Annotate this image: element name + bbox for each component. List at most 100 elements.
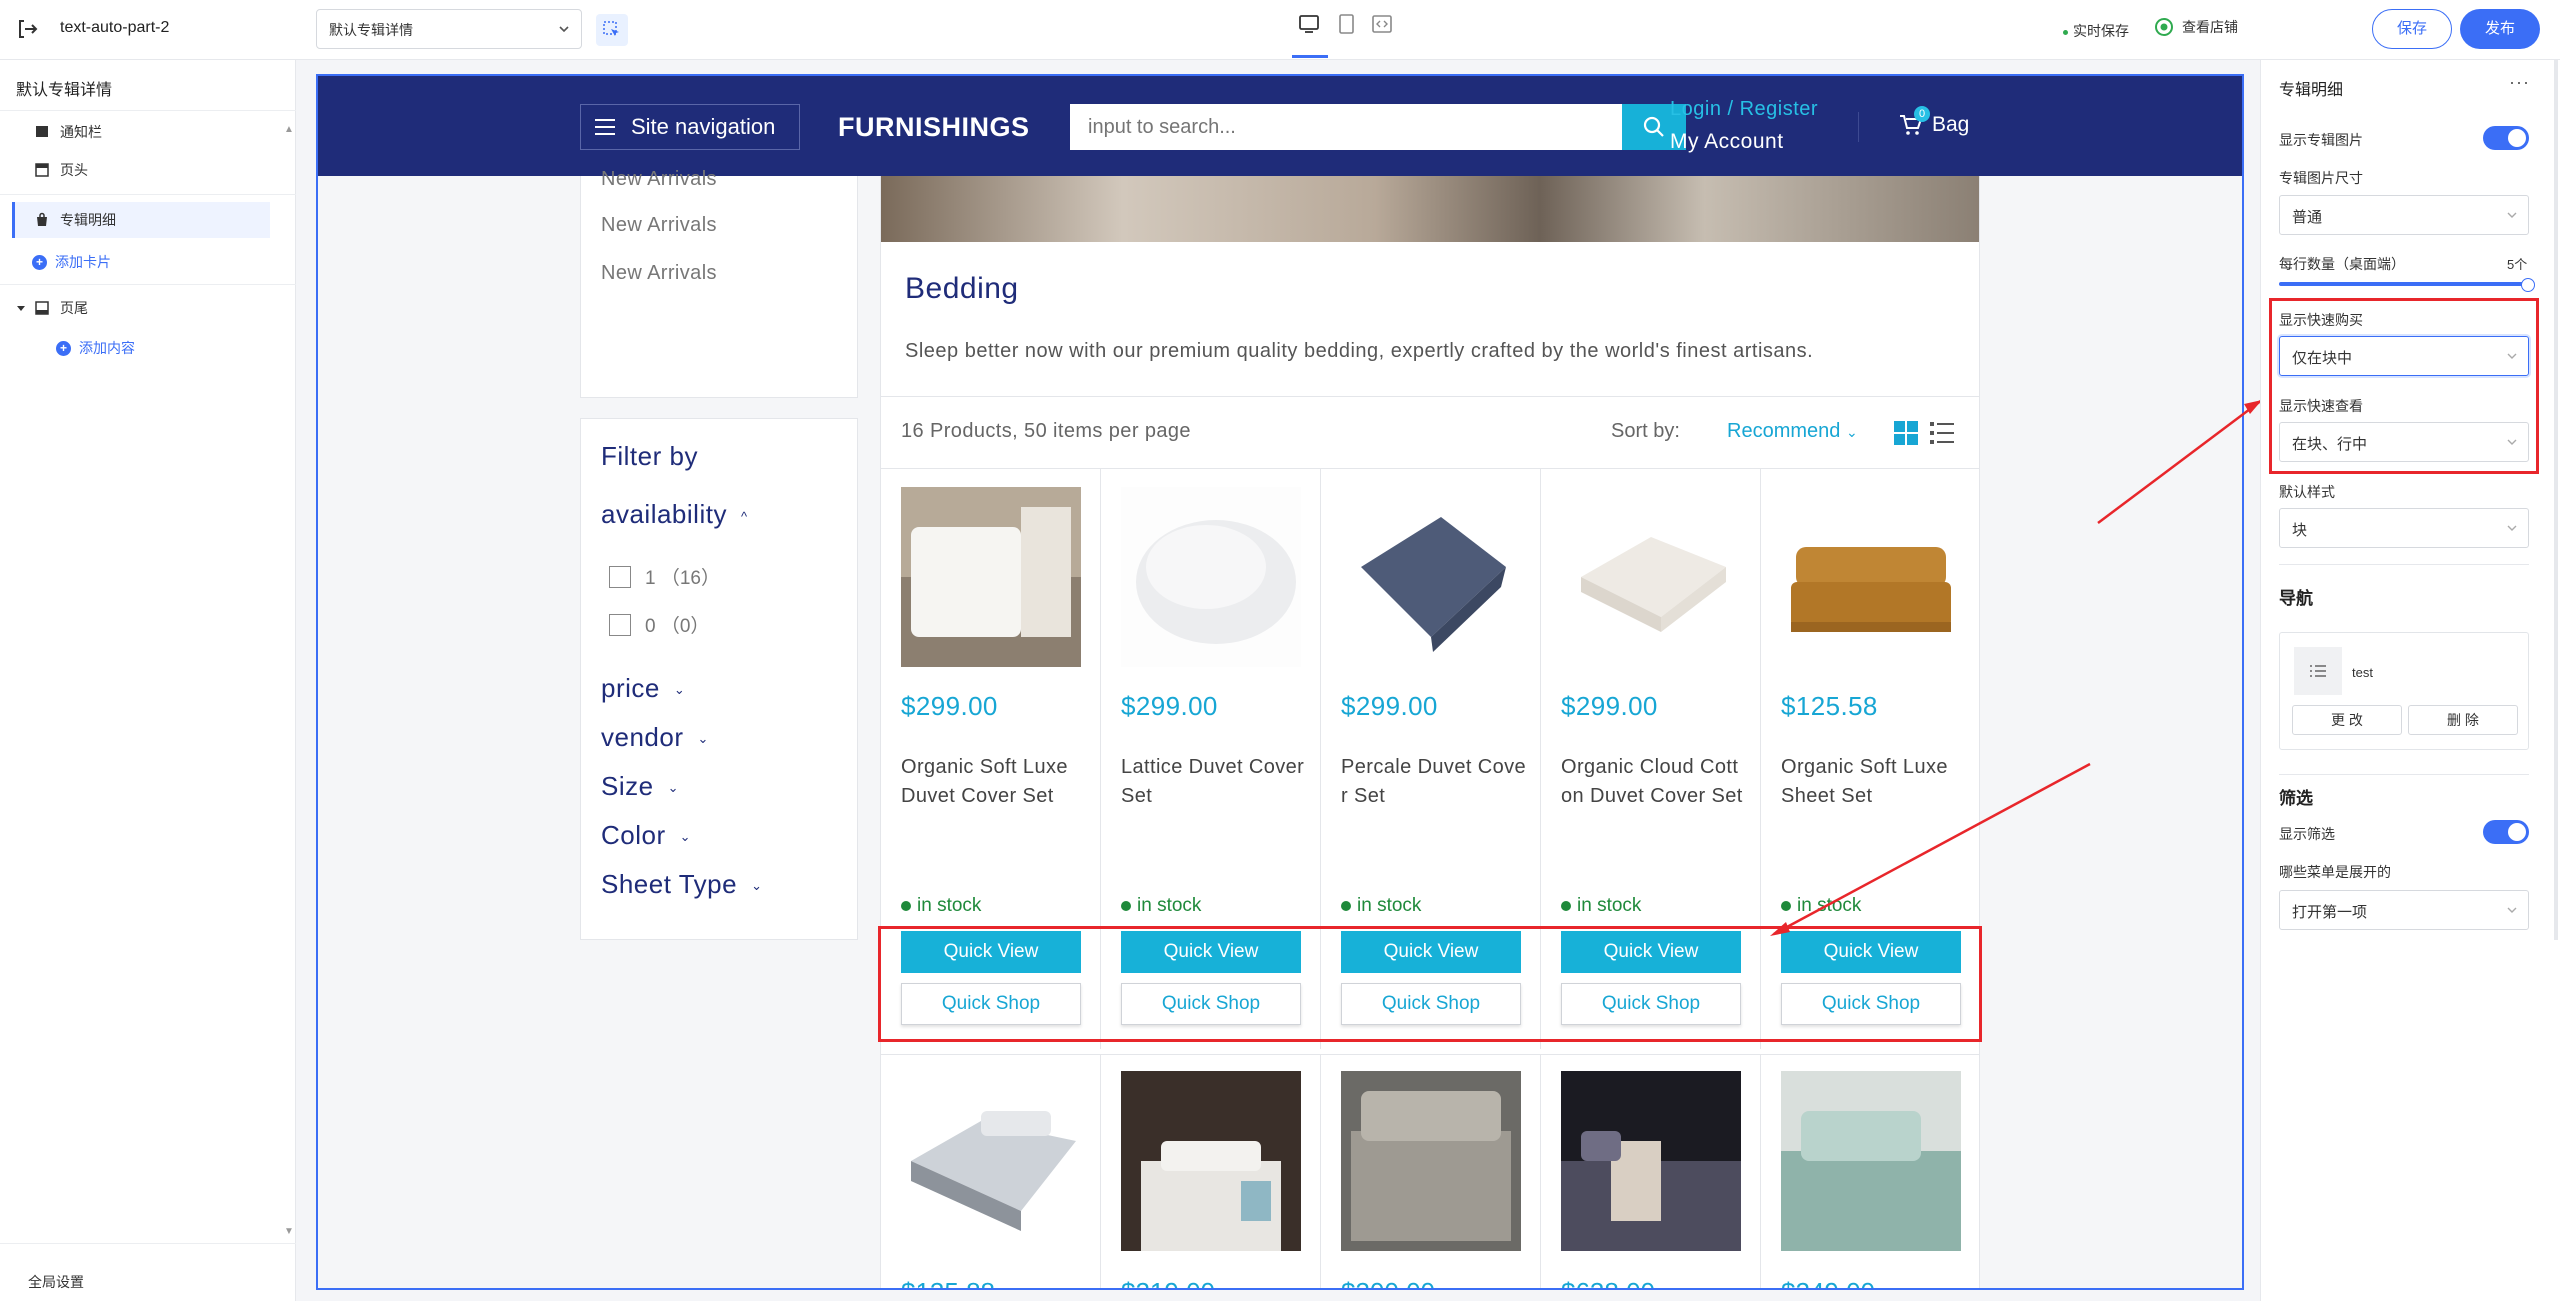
select-cursor-icon	[603, 21, 619, 36]
product-image[interactable]	[1121, 1071, 1301, 1251]
add-card-button[interactable]: + 添加卡片	[32, 252, 111, 272]
my-account-link[interactable]: My Account	[1670, 130, 1784, 154]
sidebar-item-label: 页尾	[60, 300, 88, 316]
tablet-view-button[interactable]	[1334, 12, 1360, 38]
change-menu-button[interactable]: 更 改	[2292, 705, 2402, 735]
product-image[interactable]	[1561, 487, 1741, 667]
stock-label: in stock	[1357, 895, 1422, 916]
sidebar-item-header[interactable]: 页头	[0, 152, 270, 188]
per-row-slider[interactable]	[2279, 278, 2535, 292]
collection-main: Bedding Sleep better now with our premiu…	[880, 176, 1981, 1288]
sidebar-group-footer[interactable]: 页尾	[0, 290, 270, 326]
publish-button[interactable]: 发布	[2460, 9, 2540, 49]
save-button[interactable]: 保存	[2372, 9, 2452, 49]
site-navigation-button[interactable]: Site navigation	[580, 104, 800, 150]
default-style-select[interactable]: 块	[2279, 508, 2529, 548]
expand-menu-select[interactable]: 打开第一项	[2279, 890, 2529, 930]
show-filter-label: 显示筛选	[2279, 826, 2335, 842]
top-bar: text-auto-part-2 默认专辑详情 实时保存 查看店铺 保存 发布	[0, 0, 2560, 60]
sidebar-title: 默认专辑详情	[16, 82, 113, 99]
sort-value: Recommend	[1727, 420, 1841, 442]
product-image[interactable]	[1781, 487, 1961, 667]
product-card[interactable]: $135.88	[881, 1055, 1101, 1288]
menu-thumb	[2294, 647, 2342, 695]
sidebar-item-notice-bar[interactable]: 通知栏	[0, 114, 270, 150]
image-size-select[interactable]: 普通	[2279, 195, 2529, 235]
product-card[interactable]: $219.00	[1101, 1055, 1321, 1288]
product-image[interactable]	[1341, 1071, 1521, 1251]
more-icon[interactable]: ···	[2509, 72, 2530, 93]
filter-price[interactable]: price ⌄	[601, 673, 685, 704]
show-filter-toggle[interactable]	[2483, 820, 2529, 844]
sort-dropdown[interactable]: Recommend ⌄	[1727, 420, 1858, 443]
desktop-icon	[1299, 15, 1319, 33]
global-settings-link[interactable]: 全局设置	[28, 1272, 84, 1292]
element-picker-button[interactable]	[596, 14, 628, 46]
preview-canvas: Site navigation FURNISHINGS Login / Regi…	[316, 74, 2244, 1290]
view-store-link[interactable]: 查看店铺	[2154, 17, 2238, 37]
delete-menu-button[interactable]: 删 除	[2408, 705, 2518, 735]
new-arrivals-link[interactable]: New Arrivals	[601, 168, 717, 191]
product-image[interactable]	[1121, 487, 1301, 667]
filter-price-label: price	[601, 673, 660, 703]
list-icon	[2310, 665, 2326, 677]
view-store-label: 查看店铺	[2182, 19, 2238, 35]
filter-size[interactable]: Size ⌄	[601, 771, 679, 802]
annotation-highlight-box	[2269, 298, 2539, 474]
desktop-view-button[interactable]	[1297, 12, 1323, 38]
checkbox[interactable]	[609, 613, 631, 636]
store-icon	[2155, 18, 2173, 36]
new-arrivals-link[interactable]: New Arrivals	[601, 214, 717, 237]
product-name[interactable]: Lattice Duvet Cover Set	[1121, 753, 1307, 811]
product-image[interactable]	[901, 1071, 1081, 1251]
exit-icon[interactable]	[14, 16, 40, 42]
filter-sheet-type[interactable]: Sheet Type ⌄	[601, 869, 762, 900]
sidebar-item-collection-detail[interactable]: 专辑明细	[12, 202, 270, 238]
hamburger-icon	[595, 119, 615, 135]
stock-status: in stock	[901, 895, 981, 917]
checkbox[interactable]	[609, 565, 631, 588]
filter-availability-label: availability	[601, 499, 727, 529]
site-header: Site navigation FURNISHINGS Login / Regi…	[318, 76, 2242, 176]
grid-view-icon[interactable]	[1893, 420, 1919, 446]
chevron-down-icon	[2507, 525, 2517, 531]
bag-link[interactable]: Bag	[1898, 112, 1969, 138]
default-style-label: 默认样式	[2279, 484, 2335, 500]
brand-logo[interactable]: FURNISHINGS	[838, 112, 1030, 143]
per-row-label: 每行数量（桌面端）	[2279, 256, 2405, 272]
product-image[interactable]	[1341, 487, 1521, 667]
product-card[interactable]: $300.00	[1321, 1055, 1541, 1288]
product-card[interactable]: $638.00	[1541, 1055, 1761, 1288]
show-image-toggle[interactable]	[2483, 126, 2529, 150]
filter-availability[interactable]: availability ^	[601, 499, 748, 530]
filter-vendor[interactable]: vendor ⌄	[601, 722, 709, 753]
filter-color[interactable]: Color ⌄	[601, 820, 691, 851]
add-card-label: 添加卡片	[55, 254, 111, 270]
product-name[interactable]: Percale Duvet Cover Set	[1341, 753, 1527, 811]
code-view-button[interactable]	[1370, 12, 1396, 38]
list-view-icon[interactable]	[1929, 420, 1955, 446]
expand-menu-value: 打开第一项	[2292, 904, 2368, 921]
new-arrivals-link[interactable]: New Arrivals	[601, 262, 717, 285]
search-input[interactable]	[1070, 104, 1560, 150]
availability-option-0[interactable]: 0 （0）	[609, 611, 709, 638]
scroll-down-arrow[interactable]: ▼	[284, 1226, 294, 1237]
product-name[interactable]: Organic Soft Luxe Sheet Set	[1781, 753, 1967, 811]
product-image[interactable]	[901, 487, 1081, 667]
product-image[interactable]	[1561, 1071, 1741, 1251]
product-name[interactable]: Organic Soft Luxe Duvet Cover Set	[901, 753, 1087, 811]
bag-label: Bag	[1932, 113, 1970, 136]
chevron-down-icon	[2507, 212, 2517, 218]
login-register-link[interactable]: Login / Register	[1670, 98, 1818, 121]
product-name[interactable]: Organic Cloud Cotton Duvet Cover Set	[1561, 753, 1747, 811]
availability-option-1[interactable]: 1 （16）	[609, 563, 720, 590]
scroll-up-arrow[interactable]: ▲	[284, 124, 294, 135]
product-price: $300.00	[1341, 1277, 1435, 1288]
chevron-down-icon	[2507, 907, 2517, 913]
panel-scrollbar[interactable]	[2554, 60, 2558, 940]
template-select[interactable]: 默认专辑详情	[316, 9, 582, 49]
stock-status: in stock	[1781, 895, 1861, 917]
product-card[interactable]: $249.00	[1761, 1055, 1981, 1288]
add-content-button[interactable]: + 添加内容	[56, 338, 135, 358]
product-image[interactable]	[1781, 1071, 1961, 1251]
